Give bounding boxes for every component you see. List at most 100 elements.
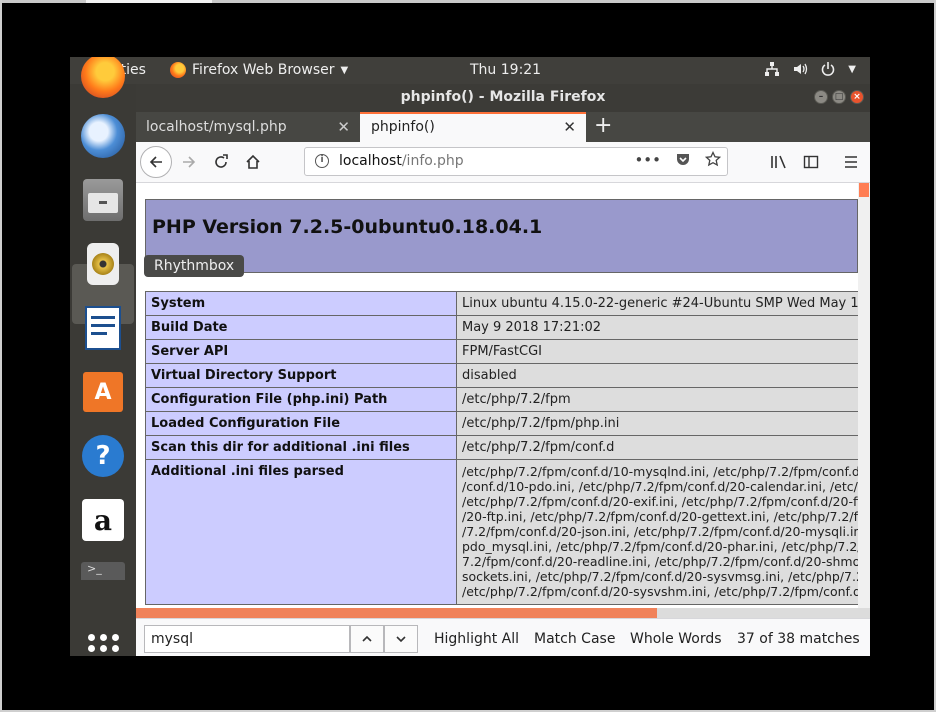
tab-strip: localhost/mysql.php ✕ phpinfo() ✕ + <box>136 112 870 142</box>
progress-fill <box>136 608 658 618</box>
scrollbar-thumb[interactable] <box>859 183 869 197</box>
ini-line: /etc/php/7.2/fpm/conf.d/20-sysvshm.ini, … <box>462 584 858 599</box>
page-actions-icon[interactable]: ••• <box>634 151 661 169</box>
firefox-icon <box>81 57 125 98</box>
info-value: /etc/php/7.2/fpm/conf.d <box>456 435 858 460</box>
ini-line: pdo_mysql.ini, /etc/php/7.2/fpm/conf.d/2… <box>462 539 858 554</box>
info-value: May 9 2018 17:21:02 <box>456 315 858 340</box>
horizontal-scroll-progress[interactable] <box>136 608 870 618</box>
gnome-top-bar: Activities Firefox Web Browser ▼ Thu 19:… <box>70 57 870 84</box>
whole-words-toggle[interactable]: Whole Words <box>630 631 722 647</box>
table-row: Configuration File (php.ini) Path/etc/ph… <box>145 387 858 412</box>
table-row: Additional .ini files parsed /etc/php/7.… <box>145 459 858 605</box>
info-key: Configuration File (php.ini) Path <box>145 387 457 412</box>
url-text[interactable]: localhost/info.php <box>339 153 464 169</box>
tab-label: phpinfo() <box>371 119 435 135</box>
app-menu[interactable]: Firefox Web Browser ▼ <box>170 62 348 78</box>
sidebar-button[interactable] <box>798 149 824 175</box>
url-host: localhost <box>339 153 402 169</box>
dock-software[interactable]: A <box>79 368 127 416</box>
info-key: Loaded Configuration File <box>145 411 457 436</box>
minimize-button[interactable]: – <box>814 90 828 104</box>
document-icon <box>85 306 121 350</box>
star-icon[interactable] <box>705 151 721 167</box>
url-actions: ••• <box>634 151 721 169</box>
firefox-window: phpinfo() - Mozilla Firefox – □ × localh… <box>136 84 870 656</box>
ini-line: /20-ftp.ini, /etc/php/7.2/fpm/conf.d/20-… <box>462 509 858 524</box>
match-case-toggle[interactable]: Match Case <box>534 631 615 647</box>
dock-amazon[interactable]: a <box>79 496 127 544</box>
maximize-button[interactable]: □ <box>832 90 846 104</box>
info-key: Scan this dir for additional .ini files <box>145 435 457 460</box>
ubuntu-dock: A ? a >_ <box>70 57 136 656</box>
table-row: Build Date May 9 2018 17:21:02 <box>145 315 858 340</box>
library-button[interactable] <box>766 149 792 175</box>
navigation-toolbar: i localhost/info.php ••• <box>136 142 870 183</box>
info-value: Linux ubuntu 4.15.0-22-generic #24-Ubunt… <box>456 291 858 316</box>
tab-mysql[interactable]: localhost/mysql.php ✕ <box>136 112 356 142</box>
window-controls: – □ × <box>814 90 864 104</box>
info-key: Build Date <box>145 315 457 340</box>
dock-tooltip: Rhythmbox <box>144 255 245 277</box>
arrow-right-icon <box>183 156 196 168</box>
find-next-button[interactable] <box>384 625 418 653</box>
terminal-icon: >_ <box>81 562 125 580</box>
highlight-all-toggle[interactable]: Highlight All <box>434 631 519 647</box>
reload-button[interactable] <box>208 149 234 175</box>
vertical-scrollbar[interactable] <box>858 183 870 608</box>
info-value: FPM/FastCGI <box>456 339 858 364</box>
menu-button[interactable] <box>838 149 864 175</box>
window-title: phpinfo() - Mozilla Firefox <box>400 89 606 105</box>
tab-phpinfo[interactable]: phpinfo() ✕ <box>360 112 586 142</box>
arrow-left-icon <box>149 156 162 168</box>
match-count-status: 37 of 38 matches <box>737 631 860 647</box>
dock-writer[interactable] <box>79 304 127 352</box>
find-previous-button[interactable] <box>350 625 384 653</box>
tab-label: localhost/mysql.php <box>146 119 287 135</box>
info-key: Server API <box>145 339 457 364</box>
info-icon[interactable]: i <box>315 154 329 168</box>
window-titlebar[interactable]: phpinfo() - Mozilla Firefox – □ × <box>136 84 870 112</box>
table-row: Loaded Configuration File/etc/php/7.2/fp… <box>145 411 858 436</box>
chevron-down-icon: ▼ <box>340 64 349 76</box>
clock[interactable]: Thu 19:21 <box>470 62 541 78</box>
show-applications-icon[interactable] <box>88 634 120 656</box>
ini-line: /conf.d/10-pdo.ini, /etc/php/7.2/fpm/con… <box>462 479 858 494</box>
new-tab-button[interactable]: + <box>594 112 612 140</box>
power-icon <box>822 62 835 76</box>
close-icon[interactable]: ✕ <box>563 114 576 141</box>
forward-button[interactable] <box>176 149 202 175</box>
info-key: System <box>145 291 457 316</box>
dock-rhythmbox[interactable] <box>79 240 127 288</box>
find-input[interactable] <box>144 625 350 653</box>
library-icon <box>771 155 786 169</box>
help-icon: ? <box>82 435 124 477</box>
sidebar-icon <box>803 155 819 169</box>
reload-icon <box>215 154 228 168</box>
home-button[interactable] <box>240 149 266 175</box>
ini-line: 7.2/fpm/conf.d/20-readline.ini, /etc/php… <box>462 554 858 569</box>
close-window-button[interactable]: × <box>850 90 864 104</box>
host-border-left <box>0 0 2 712</box>
system-tray[interactable]: ▼ <box>764 61 856 77</box>
ini-line: /etc/php/7.2/fpm/conf.d/10-mysqlnd.ini, … <box>462 464 858 479</box>
home-icon <box>246 154 260 169</box>
pocket-icon[interactable] <box>675 151 691 167</box>
dock-terminal[interactable]: >_ <box>79 562 127 586</box>
info-key: Additional .ini files parsed <box>145 459 457 605</box>
php-info-table: System Linux ubuntu 4.15.0-22-generic #24… <box>145 291 858 605</box>
url-bar[interactable]: i localhost/info.php ••• <box>304 147 728 176</box>
back-button[interactable] <box>140 146 172 178</box>
speaker-icon <box>87 243 119 285</box>
info-value: disabled <box>456 363 858 388</box>
ini-line: /7.2/fpm/conf.d/20-json.ini, /etc/php/7.… <box>462 524 858 539</box>
close-icon[interactable]: ✕ <box>337 112 350 142</box>
table-row: Scan this dir for additional .ini files /… <box>145 435 858 460</box>
dock-firefox[interactable] <box>79 57 127 100</box>
page-content[interactable]: PHP Version 7.2.5-0ubuntu0.18.04.1 Rhyth… <box>136 183 858 608</box>
dock-thunderbird[interactable] <box>79 112 127 160</box>
find-bar: Highlight All Match Case Whole Words 37 … <box>136 618 870 656</box>
dock-files[interactable] <box>79 176 127 224</box>
ini-line: sockets.ini, /etc/php/7.2/fpm/conf.d/20-… <box>462 569 858 584</box>
dock-help[interactable]: ? <box>79 432 127 480</box>
